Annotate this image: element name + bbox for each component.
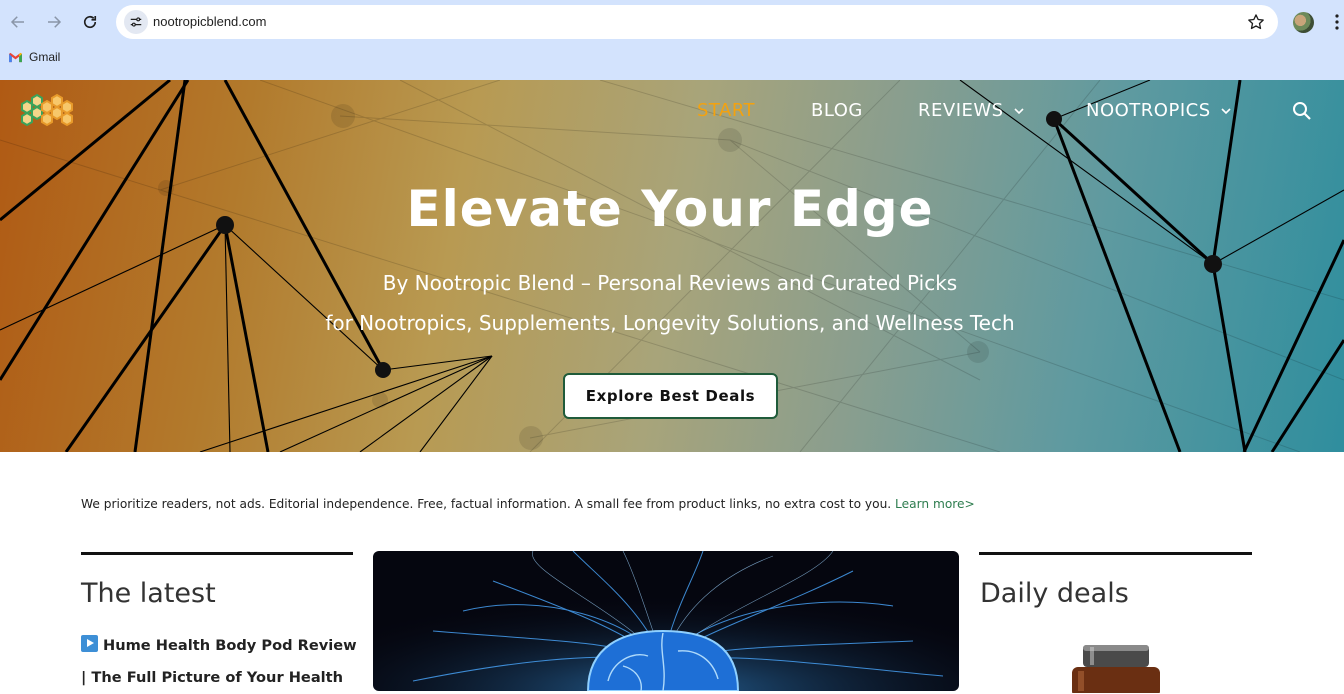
latest-post-link[interactable]: Hume Health Body Pod Review | The Full P… [81, 630, 361, 694]
nav-start[interactable]: START [697, 100, 755, 121]
hero-banner: START BLOG REVIEWS NOOTROPICS Elevate Yo… [0, 80, 1344, 452]
supplement-bottle-image[interactable] [1068, 643, 1164, 693]
explore-best-deals-button[interactable]: Explore Best Deals [563, 373, 778, 419]
bookmark-gmail[interactable]: Gmail [8, 50, 60, 64]
browser-chrome: nootropicblend.com Gmail [0, 0, 1344, 80]
glowing-brain-image [373, 551, 959, 691]
site-info-icon[interactable] [124, 10, 148, 34]
forward-button[interactable] [42, 10, 66, 34]
nav-nootropics-label: NOOTROPICS [1086, 100, 1211, 121]
affiliate-disclaimer: We prioritize readers, not ads. Editoria… [81, 497, 975, 511]
nav-nootropics[interactable]: NOOTROPICS [1086, 100, 1231, 121]
address-bar[interactable]: nootropicblend.com [116, 5, 1278, 39]
nav-reviews-label: REVIEWS [918, 100, 1004, 121]
nav-blog[interactable]: BLOG [811, 100, 863, 121]
url-text[interactable]: nootropicblend.com [153, 14, 266, 29]
deals-divider [979, 552, 1252, 555]
browser-toolbar: nootropicblend.com [0, 0, 1344, 44]
featured-article-image[interactable] [373, 551, 959, 691]
profile-avatar[interactable] [1293, 12, 1314, 33]
chevron-down-icon [1221, 107, 1231, 114]
chevron-down-icon [1014, 107, 1024, 114]
nav-blog-label: BLOG [811, 100, 863, 121]
latest-section-title: The latest [81, 578, 216, 609]
gmail-icon [9, 52, 22, 62]
nav-reviews[interactable]: REVIEWS [918, 100, 1024, 121]
bookmarks-bar: Gmail [0, 44, 1344, 74]
deals-section-title: Daily deals [980, 578, 1129, 609]
learn-more-link[interactable]: Learn more> [895, 497, 975, 511]
nav-start-label: START [697, 100, 756, 121]
bookmark-label: Gmail [29, 50, 61, 64]
main-nav: START BLOG REVIEWS NOOTROPICS [0, 100, 1344, 122]
bookmark-star-icon[interactable] [1246, 12, 1266, 32]
latest-divider [81, 552, 353, 555]
hero-title: Elevate Your Edge [406, 180, 934, 238]
back-button[interactable] [6, 10, 30, 34]
hero-subtitle-line1: By Nootropic Blend – Personal Reviews an… [382, 271, 958, 295]
reload-icon [83, 15, 97, 29]
more-menu-icon[interactable] [1334, 12, 1340, 32]
play-button-icon [81, 635, 98, 652]
reload-button[interactable] [78, 10, 102, 34]
disclaimer-text: We prioritize readers, not ads. Editoria… [81, 497, 896, 511]
hero-subtitle-line2: for Nootropics, Supplements, Longevity S… [325, 311, 1015, 335]
arrow-left-icon [10, 16, 24, 28]
latest-post-title: Hume Health Body Pod Review | The Full P… [81, 637, 357, 686]
arrow-right-icon [48, 16, 62, 28]
search-icon[interactable] [1292, 101, 1312, 121]
